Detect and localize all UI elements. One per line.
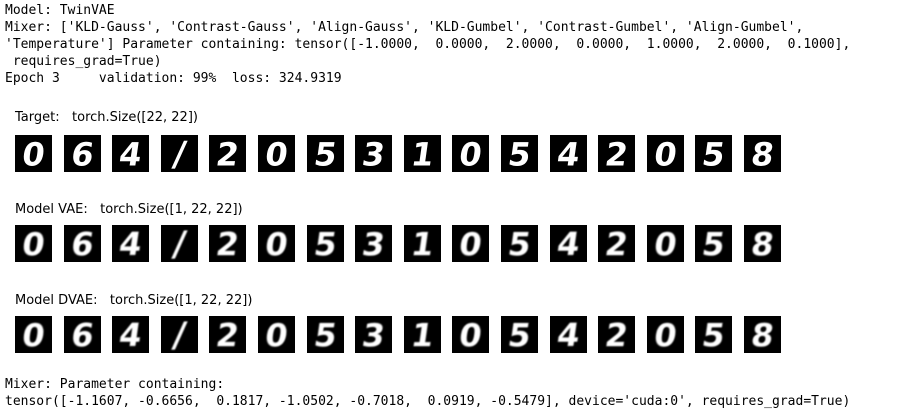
digit-tile: 0	[647, 225, 684, 262]
panel-vae-label: Model VAE: torch.Size([1, 22, 22])	[15, 202, 243, 217]
digit-tile: 0	[647, 316, 684, 353]
model-line: Model: TwinVAE	[5, 3, 115, 18]
digit-tile: 4	[112, 135, 149, 172]
digit-tile: 0	[647, 135, 684, 172]
digit-row-target: 0 6 4/2 0 5 3 1 0 5 4 2 0 5 8	[15, 135, 790, 172]
panel-title: Model VAE:	[15, 202, 88, 217]
digit-tile: 1	[404, 316, 441, 353]
digit-tile: 5	[501, 225, 538, 262]
digit-tile: 0	[15, 316, 52, 353]
digit-tile: 4	[112, 316, 149, 353]
digit-tile: 3	[355, 225, 392, 262]
panel-size: torch.Size([1, 22, 22])	[100, 202, 243, 217]
digit-tile: 0	[15, 225, 52, 262]
panel-dvae-label: Model DVAE: torch.Size([1, 22, 22])	[15, 293, 252, 308]
digit-tile: 6	[64, 135, 101, 172]
panel-title: Target:	[15, 110, 60, 125]
digit-tile: 6	[64, 225, 101, 262]
digit-tile: /	[161, 225, 198, 262]
digit-tile: 6	[64, 316, 101, 353]
digit-tile: 4	[550, 316, 587, 353]
digit-tile: 2	[598, 135, 635, 172]
digit-tile: /	[161, 135, 198, 172]
mixer-line-1: Mixer: ['KLD-Gauss', 'Contrast-Gauss', '…	[5, 20, 804, 35]
digit-row-vae: 0 6 4/2 0 5 3 1 0 5 4 2 0 5 8	[15, 225, 790, 262]
digit-tile: 0	[258, 135, 295, 172]
mixer-line-2: 'Temperature'] Parameter containing: ten…	[5, 37, 851, 52]
digit-tile: 5	[695, 316, 732, 353]
digit-tile: 5	[695, 135, 732, 172]
digit-tile: 0	[258, 225, 295, 262]
digit-tile: 8	[744, 316, 781, 353]
digit-tile: 3	[355, 316, 392, 353]
digit-tile: 0	[258, 316, 295, 353]
panel-title: Model DVAE:	[15, 293, 98, 308]
footer-line-1: Mixer: Parameter containing:	[5, 377, 225, 392]
digit-tile: 5	[501, 135, 538, 172]
digit-tile: 2	[209, 135, 246, 172]
digit-tile: 4	[550, 135, 587, 172]
digit-tile: /	[161, 316, 198, 353]
digit-tile: 2	[598, 225, 635, 262]
digit-tile: 1	[404, 225, 441, 262]
digit-tile: 0	[452, 225, 489, 262]
panel-size: torch.Size([22, 22])	[72, 110, 198, 125]
digit-tile: 0	[452, 135, 489, 172]
panel-target-label: Target: torch.Size([22, 22])	[15, 110, 198, 125]
epoch-line: Epoch 3 validation: 99% loss: 324.9319	[5, 71, 342, 86]
digit-tile: 5	[501, 316, 538, 353]
digit-tile: 4	[550, 225, 587, 262]
panel-size: torch.Size([1, 22, 22])	[109, 293, 253, 308]
digit-tile: 8	[744, 135, 781, 172]
digit-tile: 5	[307, 316, 344, 353]
digit-row-dvae: 0 6 4/2 0 5 3 1 0 5 4 2 0 5 8	[15, 316, 790, 353]
digit-tile: 1	[404, 135, 441, 172]
footer-line-2: tensor([-1.1607, -0.6656, 0.1817, -1.050…	[5, 394, 851, 409]
digit-tile: 5	[307, 135, 344, 172]
digit-tile: 8	[744, 225, 781, 262]
digit-tile: 4	[112, 225, 149, 262]
digit-tile: 0	[452, 316, 489, 353]
digit-tile: 2	[209, 225, 246, 262]
digit-tile: 3	[355, 135, 392, 172]
mixer-line-3: requires_grad=True)	[5, 54, 162, 69]
digit-tile: 2	[209, 316, 246, 353]
digit-tile: 5	[695, 225, 732, 262]
digit-tile: 5	[307, 225, 344, 262]
digit-tile: 2	[598, 316, 635, 353]
digit-tile: 0	[15, 135, 52, 172]
